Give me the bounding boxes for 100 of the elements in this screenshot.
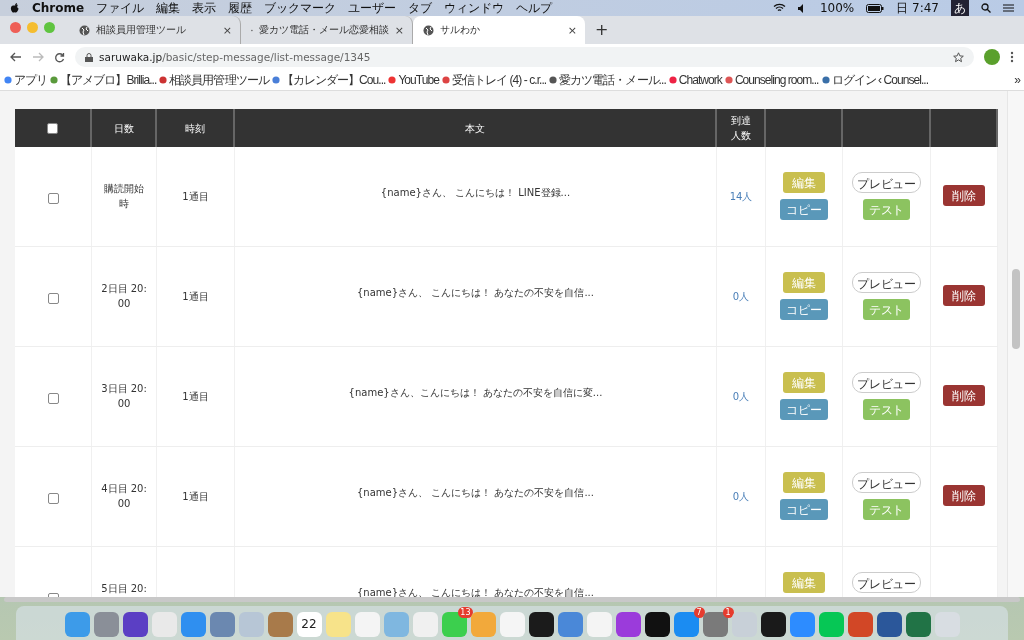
day-cell-text: 3日目 20:00 [100,382,148,411]
row-checkbox[interactable] [47,193,59,204]
more-icon[interactable] [1010,51,1014,63]
menu-item[interactable]: ファイル [96,0,145,17]
reach-count[interactable]: 0人 [732,389,750,404]
tab-title: 愛カツ電話・メール恋愛相談 [258,23,389,37]
battery-icon[interactable] [866,3,885,13]
message-text: {name}さん、 こんにちは！ あなたの不安を自信... [357,286,594,300]
star-icon[interactable] [953,51,964,63]
column-header: 日数 [113,121,134,136]
bookmark[interactable]: YouTube [388,73,439,87]
column-header: 到達人数 [729,114,752,143]
preview-button[interactable]: プレビュー [852,372,921,393]
reach-count[interactable]: 0人 [732,489,750,504]
browser-tab[interactable]: サルわか × [413,16,585,44]
app-icon[interactable] [760,611,786,637]
delete-button[interactable]: 削除 [943,385,985,406]
clock[interactable]: 日 7:47 [896,0,939,17]
preview-button[interactable]: プレビュー [852,472,921,493]
bookmark[interactable]: Counseling room... [724,73,819,87]
column-header: 本文 [465,121,485,136]
menu-item[interactable]: ウィンドウ [444,0,505,17]
bookmark-icon [4,76,12,84]
close-icon[interactable]: × [222,23,232,37]
more-bookmarks[interactable]: » [1014,73,1020,87]
bookmark[interactable]: 愛カツ電話・メール... [549,71,666,89]
app-icon[interactable] [644,611,670,637]
row-checkbox[interactable] [47,493,59,504]
menu-item[interactable]: ブックマーク [264,0,337,17]
reach-count[interactable]: 14人 [729,189,753,204]
time-cell-text: 1通目 [182,290,209,304]
delete-button[interactable]: 削除 [943,185,985,206]
menu-item[interactable]: 編集 [156,0,181,17]
menu-item[interactable]: 履歴 [228,0,253,17]
row-checkbox[interactable] [47,393,59,404]
column-header: 時刻 [185,121,205,136]
forward-icon[interactable] [32,52,44,62]
bookmark[interactable]: アプリ [4,71,48,89]
message-text: {name}さん、こんにちは！ あなたの不安を自信に変... [348,386,603,400]
bookmark-icon [159,76,168,84]
bookmark-icon [724,76,733,84]
menu-item[interactable]: ヘルプ [516,0,553,17]
app-icon[interactable]: 22 [296,611,322,637]
bookmark-icon [271,76,280,84]
message-text: {name}さん、 こんにちは！ あなたの不安を自信... [357,486,594,500]
close-window-button[interactable] [10,22,21,33]
address-bar[interactable]: saruwaka.jp/basic/step-message/list-message/1345 [75,47,974,67]
bookmark[interactable]: 相談員用管理ツール [159,71,269,89]
reload-icon[interactable] [54,51,65,63]
notification-badge: 13 [458,606,473,618]
zoom-window-button[interactable] [44,22,55,33]
avatar[interactable] [984,49,1000,65]
back-icon[interactable] [10,52,22,62]
menu-item[interactable]: ユーザー [348,0,397,17]
search-icon[interactable] [981,3,991,13]
preview-button[interactable]: プレビュー [852,172,921,193]
day-cell-text: 4日目 20:00 [100,482,148,511]
app-menu[interactable]: Chrome [32,1,85,15]
time-cell-text: 1通目 [182,390,209,404]
bookmark-icon [388,76,397,84]
bookmark-icon [441,76,450,84]
notification-badge: 1 [722,606,734,618]
app-icon[interactable] [528,611,554,637]
delete-button[interactable]: 削除 [943,285,985,306]
row-checkbox[interactable] [47,293,59,304]
notification-badge: 7 [693,606,705,618]
day-cell-text: 購読開始時 [103,182,145,211]
horizontal-scrollbar[interactable] [4,597,1020,602]
bookmark[interactable]: 受信トレイ (4) - c.r... [441,71,547,89]
day-cell-text: 2日目 20:00 [100,282,148,311]
message-text: {name}さん、 こんにちは！ あなたの不安を自信... [357,586,594,597]
menu-item[interactable]: 表示 [192,0,217,17]
bookmark-icon [50,76,59,84]
time-cell-text: 1通目 [182,190,209,204]
lock-icon [85,52,93,62]
reach-count[interactable]: 0人 [732,289,750,304]
bookmark-icon [668,76,677,84]
select-all-checkbox[interactable] [47,122,58,134]
close-icon[interactable]: × [394,23,404,37]
preview-button[interactable]: プレビュー [852,272,921,293]
bookmark[interactable]: 【カレンダー】Cou... [271,71,386,89]
bookmark-icon [549,76,558,84]
time-cell-text: 1通目 [182,490,209,504]
bookmark[interactable]: Chatwork [668,73,722,87]
bookmark[interactable]: 【アメブロ】Brillia... [50,71,157,89]
menu-item[interactable]: タブ [408,0,433,17]
bookmark-icon [821,76,830,84]
wifi-icon[interactable] [772,3,786,13]
preview-button[interactable]: プレビュー [852,572,921,593]
close-icon[interactable]: × [567,23,577,37]
tab-title: 相談員用管理ツール [96,23,187,37]
day-cell-text: 5日目 20: [101,582,147,596]
battery-percent: 100% [819,1,855,15]
input-method[interactable]: あ [951,0,969,17]
delete-button[interactable]: 削除 [943,485,985,506]
new-tab-button[interactable]: + [585,20,619,44]
message-text: {name}さん、 こんにちは！ LINE登録... [380,186,571,200]
bookmark[interactable]: ログイン ‹ Counsel... [821,71,929,89]
menu-icon[interactable] [1003,4,1014,12]
apple-icon[interactable] [10,2,20,14]
